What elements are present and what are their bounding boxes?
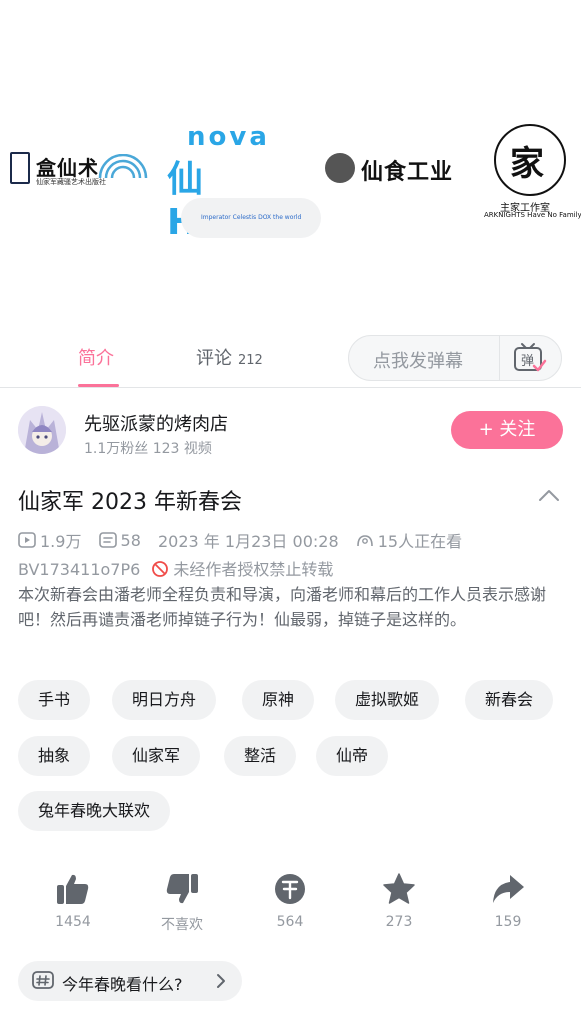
favorite-button[interactable]: 273: [359, 872, 439, 930]
video-meta-2: BV173411o7P6 未经作者授权禁止转载: [18, 556, 333, 580]
logo3-title: 仙食工业: [361, 160, 454, 185]
logo-zhujia-studio: 家 主家工作室 ARKNIGHTS Have No Family: [484, 122, 581, 222]
share-arrow-icon: [493, 875, 524, 903]
video-meta: 1.9万 58 2023 年 1月23日 00:28 15人正在看: [18, 528, 462, 552]
star-icon: [383, 873, 415, 904]
watching-count: 15人正在看: [377, 532, 463, 551]
tag-item[interactable]: 原神: [242, 680, 315, 720]
tag-item[interactable]: 整活: [224, 736, 297, 776]
logo1-subtitle: 仙家军藏骚艺术出版社: [36, 178, 106, 186]
tag-item[interactable]: 兔年春晚大联欢: [18, 791, 171, 831]
action-bar: 1454 不喜欢 564 273 159: [0, 872, 581, 942]
danmu-input[interactable]: 点我发弹幕 弹: [348, 335, 562, 381]
share-count: 159: [494, 914, 522, 930]
tag-item[interactable]: 仙帝: [316, 736, 389, 776]
logo4-line2: ARKNIGHTS Have No Family: [484, 211, 581, 219]
share-button[interactable]: 159: [468, 872, 548, 930]
favorite-count: 273: [385, 914, 413, 930]
coin-button[interactable]: 564: [250, 872, 330, 930]
tab-comments-label: 评论: [196, 348, 232, 369]
topic-chip[interactable]: 今年春晚看什么?: [18, 961, 242, 1001]
rainbow-arc-icon: [98, 154, 148, 178]
tab-comments[interactable]: 评论 212: [196, 344, 263, 370]
svg-text:弹: 弹: [521, 354, 534, 369]
logo2-tagline: Imperator Celestis DOX the world: [181, 198, 322, 238]
uploader-name[interactable]: 先驱派蒙的烤肉店: [84, 410, 228, 436]
dislike-button[interactable]: 不喜欢: [142, 872, 222, 934]
no-repost-notice: 未经作者授权禁止转载: [173, 560, 334, 579]
danmu-placeholder: 点我发弹幕: [373, 351, 463, 372]
view-count: 1.9万: [40, 532, 82, 551]
tag-item[interactable]: 明日方舟: [112, 680, 217, 720]
bvid[interactable]: BV173411o7P6: [18, 560, 140, 579]
topic-label: 今年春晚看什么?: [62, 975, 183, 994]
like-button[interactable]: 1454: [33, 872, 113, 930]
comments-count: 212: [238, 353, 263, 368]
publish-date: 2023 年 1月23日 00:28: [158, 532, 339, 551]
danmaku-count: 58: [120, 530, 141, 550]
fox-emblem-icon: [325, 153, 355, 183]
uploader-stats: 1.1万粉丝 123 视频: [84, 441, 212, 457]
tag-item[interactable]: 仙家军: [112, 736, 201, 776]
tab-active-indicator: [78, 384, 119, 387]
video-banner[interactable]: 盒仙术 仙家军藏骚艺术出版社 nova 仙HoYo Imperator Cele…: [0, 0, 581, 328]
logo-box-mark: [10, 152, 30, 184]
tag-item[interactable]: 新春会: [465, 680, 554, 720]
tag-item[interactable]: 手书: [18, 680, 91, 720]
thumbs-down-icon: [166, 874, 198, 904]
detail-tabs: 简介 评论 212 点我发弹幕 弹: [0, 328, 581, 388]
follow-button[interactable]: + 关注: [451, 411, 563, 449]
logo-xianshi-industry: 仙食工业: [323, 150, 463, 190]
coin-count: 564: [276, 914, 304, 930]
play-count-icon: [18, 532, 36, 548]
chevron-up-icon[interactable]: [538, 488, 560, 502]
tag-item[interactable]: 虚拟歌姬: [335, 680, 440, 720]
tag-item[interactable]: 抽象: [18, 736, 91, 776]
avatar[interactable]: [18, 406, 66, 454]
watching-icon: [356, 535, 373, 547]
logo4-glyph: 家: [510, 144, 544, 184]
logo-xian-hoyo: nova 仙HoYo Imperator Celestis DOX the wo…: [165, 122, 322, 243]
coin-icon: [275, 874, 305, 904]
no-repost-icon: [152, 561, 169, 577]
like-count: 1454: [55, 914, 91, 930]
tab-intro[interactable]: 简介: [78, 344, 114, 370]
thumbs-up-icon: [57, 874, 89, 904]
chevron-right-icon: [217, 974, 225, 988]
danmaku-count-icon: [98, 532, 117, 548]
hashtag-bubble-icon: [32, 971, 54, 989]
dislike-label: 不喜欢: [161, 917, 203, 933]
video-title: 仙家军 2023 年新春会: [18, 490, 242, 515]
video-description: 本次新春会由潘老师全程负责和导演，向潘老师和幕后的工作人员表示感谢吧！然后再谴责…: [18, 585, 547, 629]
danmu-toggle-icon[interactable]: 弹: [512, 342, 548, 376]
logo2-nova: nova: [187, 122, 270, 152]
uploader-row: 先驱派蒙的烤肉店 1.1万粉丝 123 视频 + 关注: [0, 390, 581, 472]
logo-box-xianshu: 盒仙术 仙家军藏骚艺术出版社: [10, 150, 150, 190]
avatar-image: [18, 406, 66, 454]
danmu-divider: [499, 336, 500, 380]
